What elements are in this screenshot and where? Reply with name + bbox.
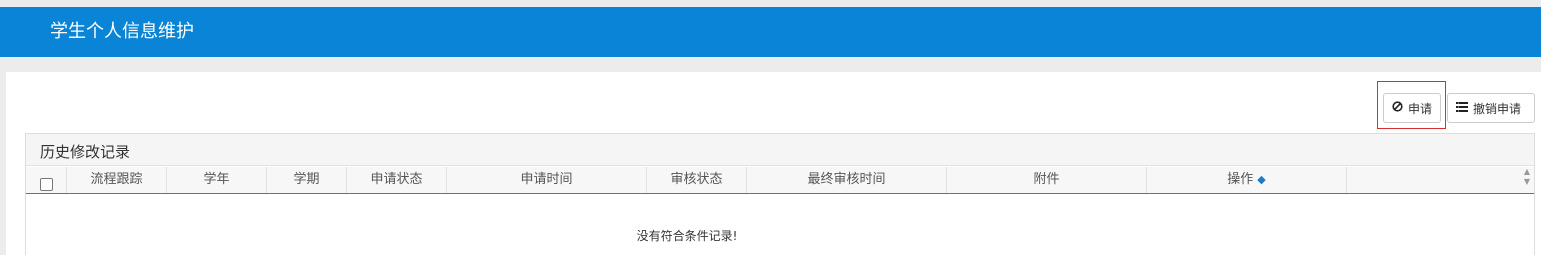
table-caption: 历史修改记录 [26,134,1534,166]
cancel-apply-button-label: 撤销申请 [1473,101,1522,116]
ban-icon [1392,101,1403,115]
vertical-scrollbar[interactable]: ▲ ▼ [1520,167,1534,194]
column-header-semester[interactable]: 学期 [267,167,347,193]
select-all-checkbox[interactable] [40,178,53,191]
top-strip [0,0,1541,7]
list-icon [1456,101,1468,115]
select-all-cell [26,167,67,193]
table-header-row: 流程跟踪 学年 学期 申请状态 申请时间 审核状态 最终审核时间 附件 操作 ◆ [26,167,1534,194]
column-header-school-year[interactable]: 学年 [167,167,267,193]
scroll-down-icon[interactable]: ▼ [1520,177,1534,187]
apply-button[interactable]: 申请 [1383,93,1441,123]
column-header-apply-time[interactable]: 申请时间 [447,167,647,193]
sort-icon[interactable]: ◆ [1257,173,1265,186]
column-header-operation[interactable]: 操作 ◆ [1147,167,1347,193]
scroll-up-icon[interactable]: ▲ [1520,167,1534,177]
table-caption-text: 历史修改记录 [40,143,131,161]
empty-table-message: 没有符合条件记录! [636,229,738,243]
column-header-flow-tracking[interactable]: 流程跟踪 [67,167,167,193]
column-header-apply-status[interactable]: 申请状态 [347,167,447,193]
column-header-extra [1347,167,1521,193]
apply-button-label: 申请 [1408,101,1433,116]
cancel-apply-button[interactable]: 撤销申请 [1447,93,1535,123]
column-header-final-review-time[interactable]: 最终审核时间 [747,167,947,193]
page-title: 学生个人信息维护 [50,21,194,42]
history-table: 历史修改记录 流程跟踪 学年 学期 申请状态 申请时间 审核状态 最终审核时间 … [25,133,1535,255]
column-header-attachment[interactable]: 附件 [947,167,1147,193]
column-header-operation-label: 操作 [1227,172,1254,187]
page-header: 学生个人信息维护 [0,7,1541,57]
column-header-review-status[interactable]: 审核状态 [647,167,747,193]
